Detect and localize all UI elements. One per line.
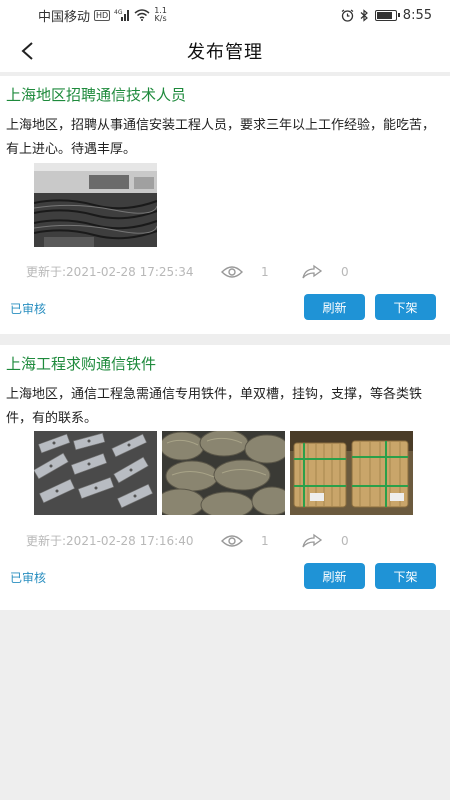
post-card[interactable]: 上海工程求购通信铁件 上海地区，通信工程急需通信专用铁件，单双槽，挂钩，支撑，等… [0, 345, 450, 610]
post-image-cables[interactable] [34, 163, 157, 247]
offshelf-button[interactable]: 下架 [375, 294, 436, 320]
share-count: 0 [341, 533, 349, 548]
battery-icon [374, 9, 400, 21]
eye-icon [221, 265, 243, 278]
post-images [34, 163, 157, 247]
wifi-icon [134, 9, 150, 21]
updated-time: 更新于:2021-02-28 17:16:40 [26, 534, 194, 548]
post-image-brackets[interactable] [34, 431, 157, 515]
post-title[interactable]: 上海地区招聘通信技术人员 [6, 84, 186, 105]
share-count: 0 [341, 264, 349, 279]
network-speed: 1.1 K/s [154, 7, 167, 23]
review-status: 已审核 [10, 571, 47, 585]
post-image-cable-reels[interactable] [290, 431, 413, 515]
refresh-button[interactable]: 刷新 [304, 294, 365, 320]
post-image-bags[interactable] [162, 431, 285, 515]
hd-badge: HD [94, 9, 111, 21]
svg-text:4G: 4G [114, 9, 123, 16]
post-description: 上海地区，通信工程急需通信专用铁件，单双槽，挂钩，支撑，等各类铁件，有的联系。 [6, 387, 423, 426]
page-title: 发布管理 [187, 42, 263, 63]
review-status: 已审核 [10, 302, 47, 316]
view-count: 1 [261, 264, 269, 279]
battery-level [376, 11, 392, 19]
eye-icon [221, 534, 243, 547]
post-description: 上海地区，招聘从事通信安装工程人员，要求三年以上工作经验，能吃苦，有上进心。待遇… [6, 118, 436, 157]
share-icon [302, 264, 323, 278]
updated-time: 更新于:2021-02-28 17:25:34 [26, 265, 194, 279]
post-stats: 更新于:2021-02-28 17:25:34 1 0 [26, 263, 426, 280]
status-right: 8:55 [341, 8, 432, 23]
post-stats: 更新于:2021-02-28 17:16:40 1 0 [26, 532, 426, 549]
status-bar: 中国移动 HD 4G 1.1 K/s 8:55 [0, 0, 450, 30]
refresh-button[interactable]: 刷新 [304, 563, 365, 589]
signal-icon: 4G [114, 9, 130, 21]
bluetooth-icon [360, 8, 368, 22]
nav-bar: 发布管理 [0, 30, 450, 72]
post-title[interactable]: 上海工程求购通信铁件 [6, 353, 156, 374]
alarm-icon [341, 9, 354, 22]
chevron-left-icon[interactable] [18, 41, 38, 61]
view-count: 1 [261, 533, 269, 548]
share-icon [302, 533, 323, 547]
carrier-name: 中国移动 [38, 9, 91, 25]
network-speed-unit: K/s [154, 14, 167, 23]
status-left: 中国移动 HD 4G 1.1 K/s [38, 6, 167, 25]
post-images [34, 431, 413, 515]
clock-time: 8:55 [402, 7, 432, 23]
post-card[interactable]: 上海地区招聘通信技术人员 上海地区，招聘从事通信安装工程人员，要求三年以上工作经… [0, 76, 450, 334]
offshelf-button[interactable]: 下架 [375, 563, 436, 589]
